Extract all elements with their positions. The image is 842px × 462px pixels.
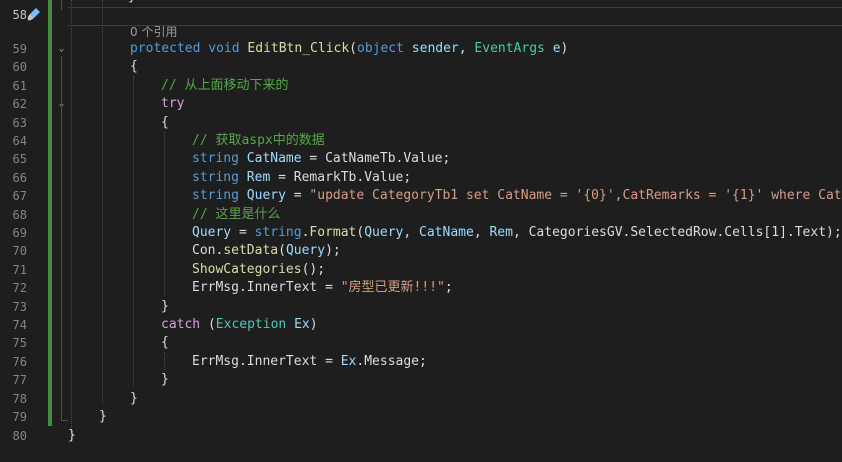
code-line-77: } <box>161 372 169 387</box>
indent-guide <box>102 0 103 404</box>
code-line-66: string Rem = RemarkTb.Value; <box>192 170 412 185</box>
line-number: 61 <box>12 79 27 93</box>
code-line-63: { <box>161 115 169 130</box>
code-line-76: ErrMsg.InnerText = Ex.Message; <box>192 354 427 369</box>
line-number: 68 <box>12 208 27 222</box>
code-line-72: ErrMsg.InnerText = "房型已更新!!!"; <box>192 280 453 295</box>
current-line-highlight <box>68 7 842 8</box>
line-number: 63 <box>12 116 27 130</box>
code-line-65: string CatName = CatNameTb.Value; <box>192 151 451 166</box>
code-line-59: protected void EditBtn_Click(object send… <box>130 41 569 56</box>
line-number: 60 <box>12 60 27 74</box>
code-line-73: } <box>161 299 169 314</box>
code-line: } <box>128 0 136 6</box>
code-line-67: string Query = "update CategoryTb1 set C… <box>192 188 842 203</box>
code-line-68: // 这里是什么 <box>192 207 281 222</box>
line-number: 62 <box>12 97 27 111</box>
chevron-down-icon[interactable]: ⌄ <box>57 44 66 54</box>
outline-guide-end <box>61 420 68 421</box>
code-line-75: { <box>161 335 169 350</box>
code-line-69: Query = string.Format(Query, CatName, Re… <box>192 225 842 240</box>
code-line-74: catch (Exception Ex) <box>161 317 318 332</box>
line-number: 73 <box>12 300 27 314</box>
line-number: 58 <box>12 8 27 22</box>
outline-guide <box>61 0 62 10</box>
code-line-62: try <box>161 96 185 111</box>
line-number: 66 <box>12 171 27 185</box>
code-line-64: // 获取aspx中的数据 <box>192 133 325 148</box>
line-number: 64 <box>12 134 27 148</box>
outline-guide <box>61 56 62 420</box>
code-line-79: } <box>99 409 107 424</box>
indent-guide <box>133 76 134 386</box>
line-number: 67 <box>12 189 27 203</box>
line-number: 59 <box>12 42 27 56</box>
line-number: 70 <box>12 244 27 258</box>
current-line-highlight <box>68 25 842 26</box>
indent-guide <box>164 132 165 296</box>
line-number: 75 <box>12 336 27 350</box>
line-number: 65 <box>12 152 27 166</box>
code-line-60: { <box>130 59 138 74</box>
indent-guide <box>71 0 72 440</box>
code-line-70: Con.setData(Query); <box>192 243 341 258</box>
line-number: 76 <box>12 355 27 369</box>
line-number: 77 <box>12 373 27 387</box>
code-line-61: // 从上面移动下来的 <box>161 78 289 93</box>
change-indicator-bar <box>48 0 52 426</box>
code-line-78: } <box>130 391 138 406</box>
line-number: 74 <box>12 318 27 332</box>
codelens-references[interactable]: 0 个引用 <box>130 23 177 41</box>
paintbrush-icon[interactable] <box>26 6 42 22</box>
line-number: 80 <box>12 429 27 443</box>
code-line-80: } <box>68 428 76 443</box>
line-number: 69 <box>12 226 27 240</box>
code-line-71: ShowCategories(); <box>192 262 326 277</box>
line-number: 72 <box>12 281 27 295</box>
line-number: 71 <box>12 263 27 277</box>
line-number: 79 <box>12 410 27 424</box>
line-number: 78 <box>12 392 27 406</box>
indent-guide <box>164 352 165 370</box>
code-editor[interactable]: 58 59 60 61 62 63 64 65 66 67 68 69 70 7… <box>0 0 842 462</box>
